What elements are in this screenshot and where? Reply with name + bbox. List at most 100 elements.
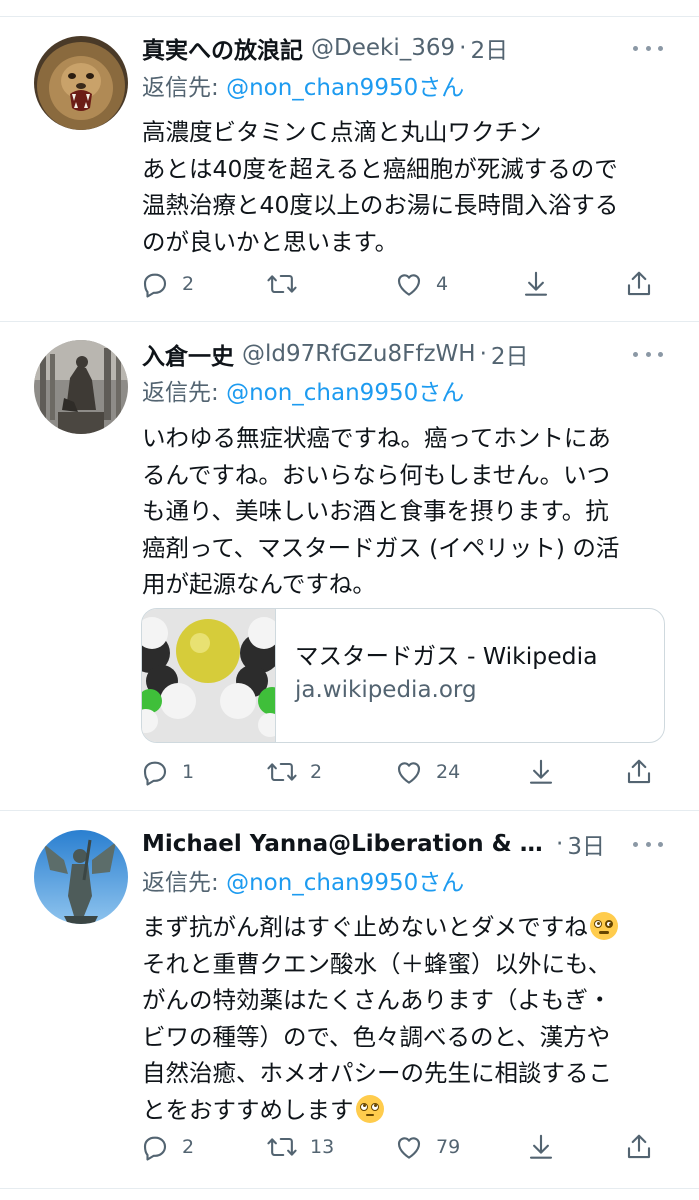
face-with-rolling-eyes-emoji-icon: [355, 1094, 384, 1123]
download-arrow-icon: [529, 759, 553, 784]
retweet-button[interactable]: 13: [266, 1131, 334, 1163]
action-bar: 2 4: [140, 268, 660, 300]
reply-button[interactable]: 2: [140, 268, 194, 300]
text-line: 高濃度ビタミンＣ点滴と丸山ワクチン: [142, 118, 542, 146]
card-domain: ja.wikipedia.org: [295, 677, 477, 703]
share-via-button[interactable]: [526, 756, 556, 788]
separator-dot: ·: [479, 341, 487, 367]
tweet-divider: [0, 1188, 699, 1189]
heart-icon: [397, 274, 421, 296]
dot-icon: [633, 351, 638, 357]
dot-icon: [645, 351, 651, 357]
text-line: それと重曹クエン酸水（＋蜂蜜）以外にも、: [142, 949, 612, 978]
reply-to-mention[interactable]: @non_chan9950: [226, 75, 418, 101]
more-options-button[interactable]: [633, 342, 663, 366]
tweet-header: 真実への放浪記 @Deeki_369 · 2日: [142, 31, 659, 65]
reply-count: 2: [182, 1136, 195, 1158]
download-arrow-icon: [524, 271, 548, 296]
heart-icon: [397, 1137, 421, 1159]
action-bar: 2 13 79: [140, 1131, 660, 1163]
display-name[interactable]: Michael Yanna@Liberation & N...: [142, 831, 552, 857]
archangel-avatar[interactable]: [34, 830, 128, 924]
display-name[interactable]: 真実への放浪記: [142, 31, 303, 65]
reply-to-label: 返信先:: [142, 870, 227, 896]
text-line: るんですね。おいらなら何もしません。いつ: [142, 460, 611, 489]
lion-avatar[interactable]: [34, 36, 128, 130]
retweet-icon: [267, 274, 297, 294]
statue-avatar[interactable]: [34, 340, 128, 434]
tweet-text: いわゆる無症状癌ですね。癌ってホントにあ るんですね。おいらなら何もしません。い…: [142, 420, 682, 603]
share-button[interactable]: [624, 268, 654, 300]
reply-to-label: 返信先:: [142, 380, 227, 406]
like-count: 24: [436, 761, 461, 783]
like-count: 4: [436, 273, 449, 295]
text-segment: まず抗がん剤はすぐ止めないとダメですね: [142, 913, 588, 941]
display-name[interactable]: 入倉一史: [142, 337, 234, 371]
reply-to-mention[interactable]: @non_chan9950: [226, 870, 418, 896]
dot-icon: [645, 45, 651, 51]
text-line: のが良いかと思います。: [142, 227, 399, 256]
reply-button[interactable]: 2: [140, 1131, 194, 1163]
text-line: ビワの種等）ので、色々調べるのと、漢方や: [142, 1022, 611, 1051]
reply-button[interactable]: 1: [140, 756, 194, 788]
text-line: も通り、美味しいお酒と食事を摂ります。抗: [142, 497, 609, 525]
reply-count: 1: [182, 761, 195, 783]
retweet-count: 13: [310, 1136, 335, 1158]
action-bar: 1 2 24: [140, 756, 660, 788]
reply-tweet-2[interactable]: 入倉一史 @ld97RfGZu8FfzWH · 2日 返信先: @non_cha…: [0, 322, 699, 810]
separator-dot: ·: [556, 831, 564, 857]
user-handle[interactable]: @Deeki_369: [311, 35, 455, 61]
text-line: とをおすすめします: [142, 1092, 682, 1129]
text-segment: とをおすすめします: [142, 1095, 354, 1124]
text-line: 温熱治療と40度以上のお湯に長時間入浴する: [142, 191, 619, 219]
more-options-button[interactable]: [633, 832, 663, 856]
separator-dot: ·: [459, 35, 467, 61]
retweet-count: 2: [310, 761, 323, 783]
reply-icon: [143, 273, 167, 298]
heart-icon: [397, 762, 421, 784]
share-via-button[interactable]: [521, 268, 551, 300]
reply-to-suffix[interactable]: さん: [418, 870, 464, 896]
retweet-button[interactable]: [266, 268, 310, 300]
reply-to-line: 返信先: @non_chan9950さん: [142, 867, 464, 899]
share-via-button[interactable]: [526, 1131, 556, 1163]
dot-icon: [645, 841, 651, 847]
like-count: 79: [436, 1136, 461, 1158]
timestamp[interactable]: 2日: [470, 31, 508, 65]
reply-tweet-3[interactable]: Michael Yanna@Liberation & N... · 3日 返信先…: [0, 811, 699, 1200]
like-button[interactable]: 24: [394, 756, 460, 788]
share-button[interactable]: [624, 756, 654, 788]
reply-to-line: 返信先: @non_chan9950さん: [142, 377, 464, 409]
text-line: がんの特効薬はたくさんあります（よもぎ・: [142, 986, 612, 1014]
share-icon: [627, 1134, 651, 1159]
text-line: まず抗がん剤はすぐ止めないとダメですね: [142, 909, 682, 946]
tweet-header: Michael Yanna@Liberation & N... · 3日: [142, 827, 659, 861]
user-handle[interactable]: @ld97RfGZu8FfzWH: [242, 341, 476, 367]
dot-icon: [633, 45, 638, 51]
reply-icon: [143, 761, 167, 786]
tweet-header: 入倉一史 @ld97RfGZu8FfzWH · 2日: [142, 337, 659, 371]
like-button[interactable]: 4: [394, 268, 448, 300]
reply-count: 2: [182, 273, 195, 295]
retweet-button[interactable]: 2: [266, 756, 322, 788]
reply-tweet-1[interactable]: 真実への放浪記 @Deeki_369 · 2日 返信先: @non_chan99…: [0, 0, 699, 322]
reply-to-mention[interactable]: @non_chan9950: [226, 380, 418, 406]
more-options-button[interactable]: [633, 36, 663, 60]
share-icon: [627, 271, 651, 296]
reply-icon: [143, 1136, 167, 1161]
reply-to-label: 返信先:: [142, 75, 227, 101]
text-line: いわゆる無症状癌ですね。癌ってホントにあ: [142, 424, 611, 452]
share-button[interactable]: [624, 1131, 654, 1163]
share-icon: [627, 759, 651, 784]
dot-icon: [658, 351, 663, 357]
timestamp[interactable]: 3日: [567, 827, 605, 861]
text-line: 癌剤って、マスタードガス (イペリット) の活: [142, 533, 620, 562]
link-preview-card[interactable]: マスタードガス - Wikipedia ja.wikipedia.org: [141, 608, 665, 743]
timestamp[interactable]: 2日: [491, 337, 529, 371]
like-button[interactable]: 79: [394, 1131, 460, 1163]
text-line: あとは40度を超えると癌細胞が死滅するので: [142, 154, 618, 183]
text-line: 用が起源なんですね。: [142, 570, 376, 598]
reply-to-suffix[interactable]: さん: [418, 380, 464, 406]
reply-to-suffix[interactable]: さん: [418, 75, 464, 101]
dot-icon: [633, 841, 638, 847]
